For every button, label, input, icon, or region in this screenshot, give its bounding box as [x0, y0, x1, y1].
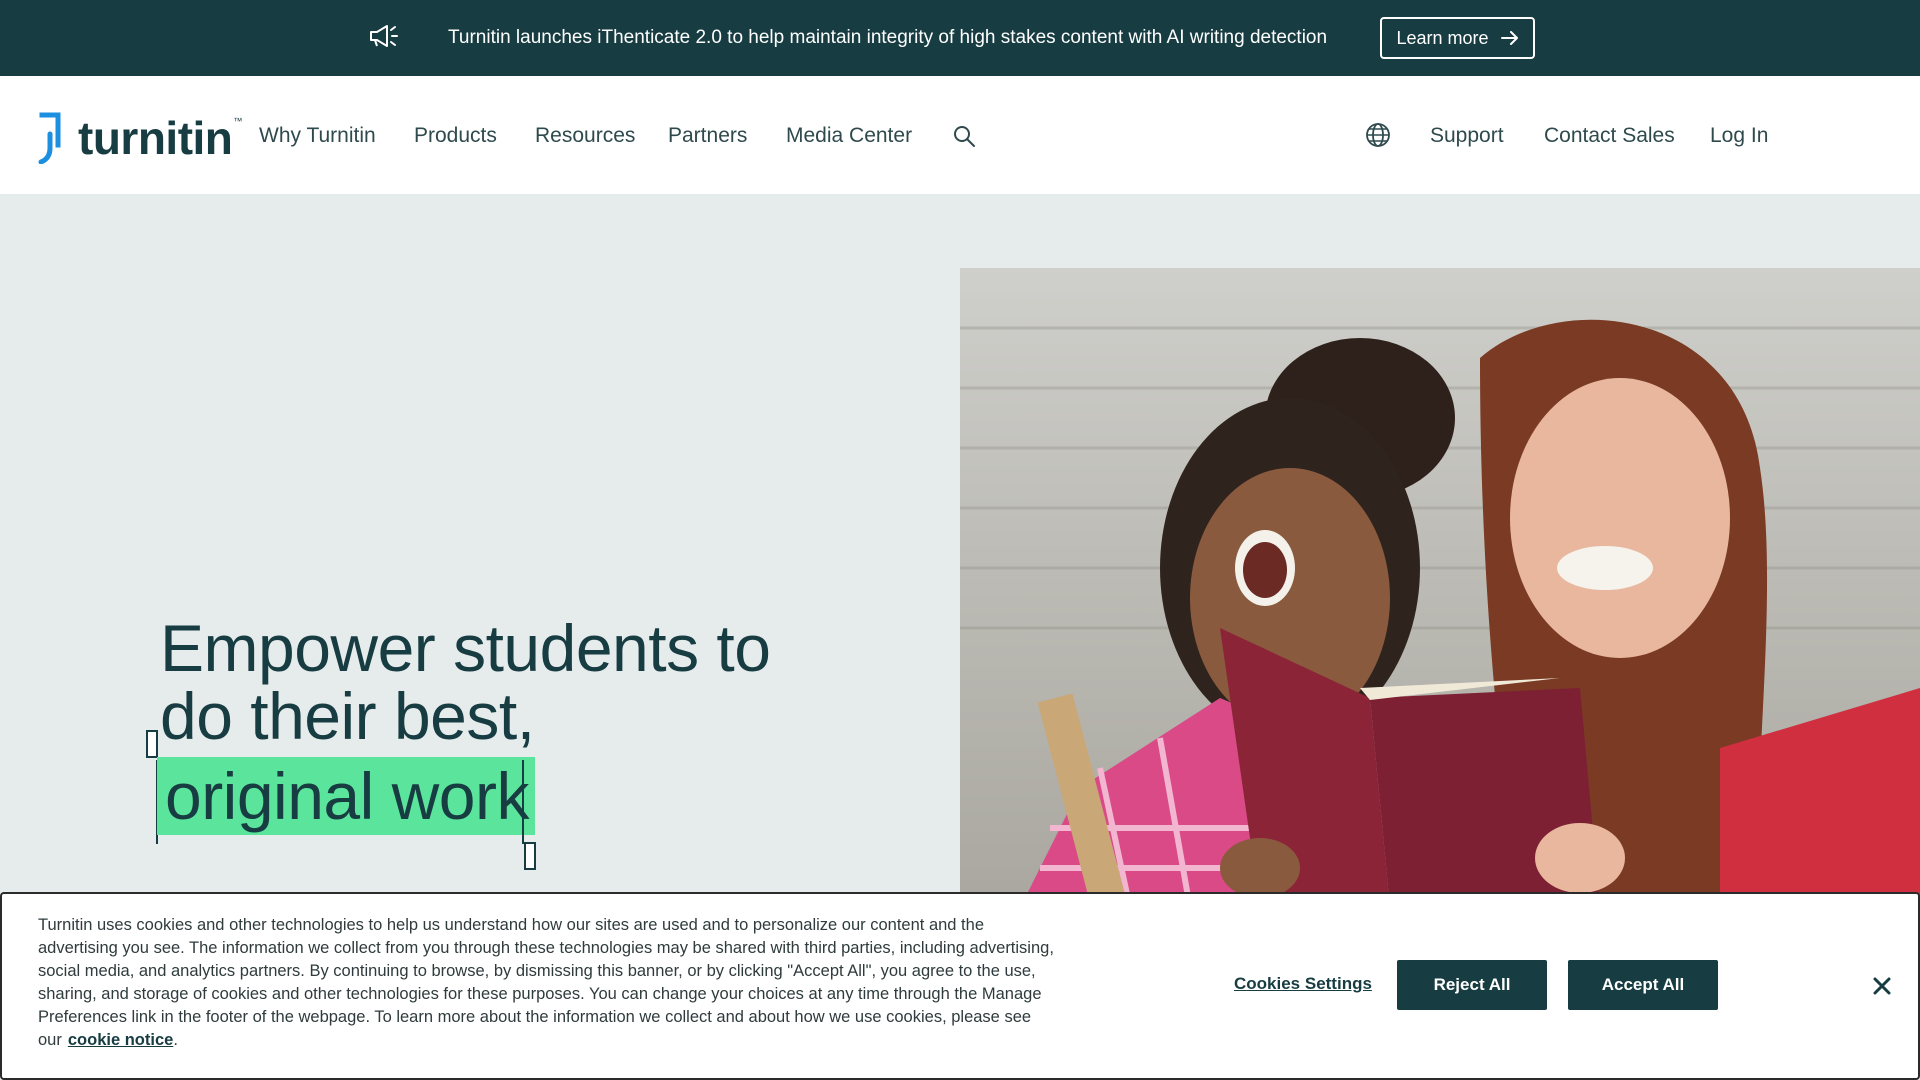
globe-icon[interactable] — [1365, 122, 1391, 148]
nav-why-turnitin[interactable]: Why Turnitin — [259, 124, 376, 148]
announcement-message: Turnitin launches iThenticate 2.0 to hel… — [448, 27, 1328, 48]
search-icon[interactable] — [952, 124, 976, 148]
nav-support[interactable]: Support — [1430, 124, 1504, 148]
site-header: turnitin ™ Why Turnitin Products Resourc… — [0, 76, 1920, 194]
learn-more-label: Learn more — [1396, 27, 1489, 48]
hero-photo — [960, 268, 1920, 908]
selection-handle-end — [524, 842, 536, 870]
cookie-notice-link[interactable]: cookie notice — [68, 1031, 173, 1049]
nav-log-in[interactable]: Log In — [1710, 124, 1768, 148]
reject-all-button[interactable]: Reject All — [1397, 960, 1547, 1010]
hero-title-line-1: Empower students to — [160, 611, 771, 685]
logo-wordmark: turnitin — [78, 112, 233, 164]
accept-all-button[interactable]: Accept All — [1568, 960, 1718, 1010]
hero-title: Empower students to do their best, — [160, 611, 771, 753]
close-icon[interactable] — [1870, 974, 1894, 998]
nav-media-center[interactable]: Media Center — [786, 124, 912, 148]
nav-products[interactable]: Products — [414, 124, 497, 148]
hero-highlight-text: original work — [157, 757, 535, 835]
cookie-banner-message: Turnitin uses cookies and other technolo… — [38, 916, 1054, 1049]
hero-title-line-2: do their best, — [160, 679, 535, 753]
cookies-settings-button[interactable]: Cookies Settings — [1234, 974, 1372, 994]
nav-resources[interactable]: Resources — [535, 124, 635, 148]
announcement-bar: Turnitin launches iThenticate 2.0 to hel… — [0, 0, 1920, 76]
selection-handle-start — [146, 730, 158, 758]
hero-photo-illustration — [960, 319, 1920, 908]
arrow-right-icon — [1500, 31, 1518, 45]
logo-trademark: ™ — [233, 116, 243, 126]
turnitin-logo[interactable]: turnitin ™ — [38, 112, 242, 164]
hero-highlight: original work — [157, 757, 535, 835]
turnitin-logo-mark-icon — [38, 112, 61, 164]
cookie-banner-period: . — [173, 1031, 178, 1049]
learn-more-button[interactable]: Learn more — [1380, 17, 1535, 59]
megaphone-icon — [370, 25, 398, 47]
cookie-banner-text: Turnitin uses cookies and other technolo… — [38, 914, 1068, 1052]
nav-partners[interactable]: Partners — [668, 124, 747, 148]
nav-contact-sales[interactable]: Contact Sales — [1544, 124, 1675, 148]
cookie-banner: Turnitin uses cookies and other technolo… — [0, 892, 1920, 1080]
selection-caret-end — [522, 760, 524, 844]
